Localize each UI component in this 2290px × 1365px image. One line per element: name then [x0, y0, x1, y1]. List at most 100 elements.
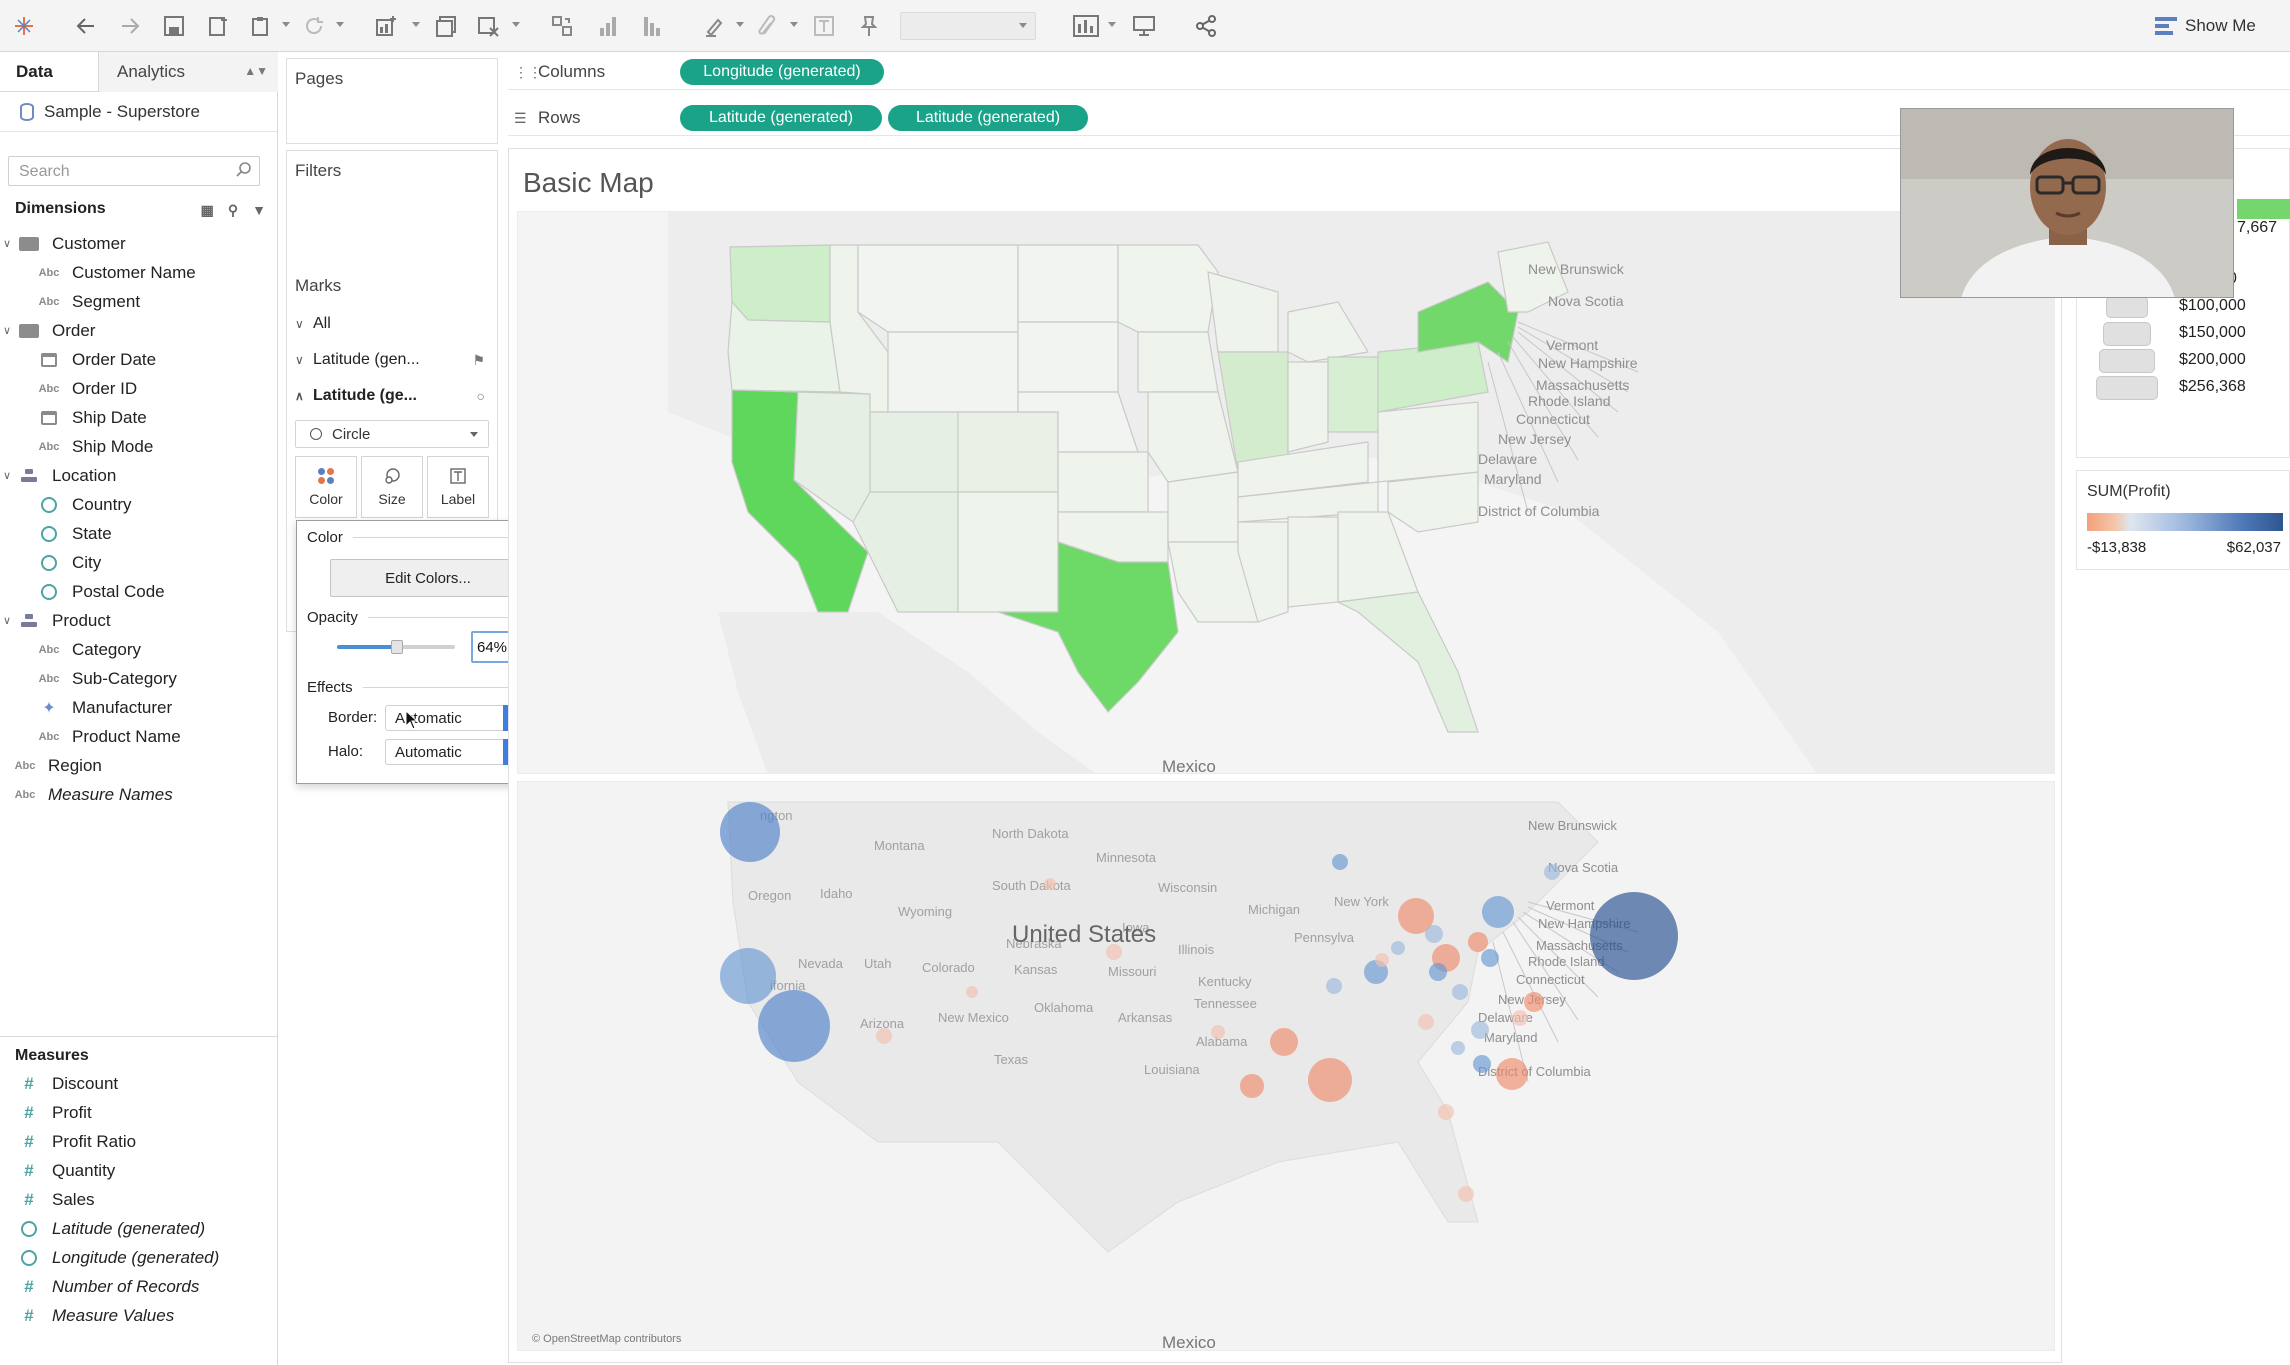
dimension-segment[interactable]: Abc Segment [0, 287, 278, 316]
refresh-dropdown-icon[interactable] [336, 22, 344, 27]
opacity-slider[interactable] [337, 640, 455, 654]
clear-icon[interactable] [474, 12, 502, 40]
map-circle[interactable] [1308, 1058, 1352, 1102]
mark-type-dropdown[interactable]: Circle [295, 420, 489, 448]
label-button[interactable]: Label [427, 456, 489, 518]
chevron-down-icon[interactable]: ∨ [3, 469, 11, 482]
group-members-icon[interactable] [754, 12, 782, 40]
tab-data[interactable]: Data [0, 52, 98, 92]
map-circle[interactable] [1451, 1041, 1465, 1055]
map-circle[interactable] [1240, 1074, 1264, 1098]
measure-longitude-generated[interactable]: Longitude (generated) [0, 1243, 278, 1272]
show-cards-dropdown-icon[interactable] [1108, 22, 1116, 27]
map-circle[interactable] [966, 986, 978, 998]
new-worksheet-dropdown-icon[interactable] [412, 22, 420, 27]
share-icon[interactable] [1192, 12, 1220, 40]
search-input[interactable]: Search [8, 156, 260, 186]
filled-map[interactable]: New Brunswick Nova Scotia Vermont New Ha… [517, 211, 2055, 774]
dimension-manufacturer[interactable]: ✦ Manufacturer [0, 693, 278, 722]
color-button[interactable]: Color [295, 456, 357, 518]
dimension-product-name[interactable]: Abc Product Name [0, 722, 278, 751]
map-circle[interactable] [1544, 864, 1560, 880]
pill-longitude[interactable]: Longitude (generated) [680, 59, 884, 85]
dimension-city[interactable]: City [0, 548, 278, 577]
map-circle[interactable] [758, 990, 830, 1062]
view-as-list-icon[interactable]: ▦ [201, 202, 214, 219]
pages-card[interactable]: Pages [286, 58, 498, 144]
map-circle[interactable] [1211, 1025, 1225, 1039]
search-icon[interactable] [235, 161, 253, 179]
find-field-icon[interactable]: ⚲ [228, 202, 238, 219]
columns-shelf[interactable]: ⋮⋮ Columns Longitude (generated) [508, 54, 2290, 90]
forward-arrow-icon[interactable] [116, 12, 144, 40]
map-circle[interactable] [1418, 1014, 1434, 1030]
map-circle[interactable] [1270, 1028, 1298, 1056]
chevron-down-icon[interactable]: ∨ [3, 237, 11, 250]
dimension-measure-names[interactable]: Abc Measure Names [0, 780, 278, 809]
marks-row-all[interactable]: ∨ All [287, 306, 497, 342]
map-circle[interactable] [1452, 984, 1468, 1000]
map-circle[interactable] [1326, 978, 1342, 994]
measure-quantity[interactable]: # Quantity [0, 1156, 278, 1185]
symbol-map[interactable]: ngton Montana North Dakota Minnesota Ore… [517, 781, 2055, 1351]
dimension-category[interactable]: Abc Category [0, 635, 278, 664]
map-circle[interactable] [1468, 932, 1488, 952]
worksheet-title[interactable]: Basic Map [523, 167, 654, 199]
new-worksheet-icon[interactable] [372, 12, 400, 40]
dimension-postal-code[interactable]: Postal Code [0, 577, 278, 606]
map-circle[interactable] [1458, 1186, 1474, 1202]
highlight-icon[interactable] [700, 12, 728, 40]
tab-analytics[interactable]: Analytics ▲▼ [98, 52, 278, 92]
paste-dropdown-icon[interactable] [282, 22, 290, 27]
measure-profit[interactable]: # Profit [0, 1098, 278, 1127]
highlight-dropdown-icon[interactable] [736, 22, 744, 27]
map-circle[interactable] [720, 948, 776, 1004]
map-circle[interactable] [1106, 944, 1122, 960]
dimension-location[interactable]: ∨ Location [0, 461, 278, 490]
map-circle[interactable] [1332, 854, 1348, 870]
show-cards-icon[interactable] [1072, 12, 1100, 40]
pill-latitude-1[interactable]: Latitude (generated) [680, 105, 882, 131]
refresh-icon[interactable] [300, 12, 328, 40]
marks-row-latitude-1[interactable]: ∨ Latitude (gen... ⚑ [287, 342, 497, 378]
presentation-mode-icon[interactable] [1130, 12, 1158, 40]
marks-row-latitude-2[interactable]: ∧ Latitude (ge... ○ [287, 378, 497, 414]
edit-colors-button[interactable]: Edit Colors... [330, 559, 526, 597]
dimension-sub-category[interactable]: Abc Sub-Category [0, 664, 278, 693]
sort-descending-icon[interactable] [638, 12, 666, 40]
opacity-slider-handle[interactable] [391, 640, 404, 654]
map-circle[interactable] [1590, 892, 1678, 980]
map-circle[interactable] [1496, 1058, 1528, 1090]
datasource-item[interactable]: Sample - Superstore [0, 92, 277, 132]
measure-latitude-generated[interactable]: Latitude (generated) [0, 1214, 278, 1243]
dimension-order-id[interactable]: Abc Order ID [0, 374, 278, 403]
dimension-ship-mode[interactable]: Abc Ship Mode [0, 432, 278, 461]
map-circle[interactable] [1512, 1010, 1528, 1026]
measure-profit-ratio[interactable]: # Profit Ratio [0, 1127, 278, 1156]
show-mark-labels-icon[interactable] [810, 12, 838, 40]
dimension-order-date[interactable]: Order Date [0, 345, 278, 374]
pin-icon[interactable] [854, 12, 882, 40]
map-circle[interactable] [1375, 953, 1389, 967]
chevron-down-icon[interactable]: ∨ [3, 614, 11, 627]
clear-dropdown-icon[interactable] [512, 22, 520, 27]
duplicate-icon[interactable] [432, 12, 460, 40]
back-arrow-icon[interactable] [72, 12, 100, 40]
dimension-order[interactable]: ∨ Order [0, 316, 278, 345]
tab-arrows-icon[interactable]: ▲▼ [244, 64, 268, 78]
new-datasource-icon[interactable] [204, 12, 232, 40]
dimension-customer-name[interactable]: Abc Customer Name [0, 258, 278, 287]
map-circle[interactable] [876, 1028, 892, 1044]
group-dropdown-icon[interactable] [790, 22, 798, 27]
profit-color-legend[interactable]: SUM(Profit) -$13,838 $62,037 [2076, 470, 2290, 570]
pill-latitude-2[interactable]: Latitude (generated) [888, 105, 1088, 131]
sort-ascending-icon[interactable] [594, 12, 622, 40]
fit-dropdown[interactable] [900, 12, 1036, 40]
map-circle[interactable] [1473, 1055, 1491, 1073]
tableau-logo-icon[interactable] [10, 12, 38, 40]
dimension-region[interactable]: Abc Region [0, 751, 278, 780]
chevron-down-icon[interactable]: ∨ [3, 324, 11, 337]
map-circle[interactable] [1429, 963, 1447, 981]
map-circle[interactable] [1524, 992, 1544, 1012]
measure-measure-values[interactable]: # Measure Values [0, 1301, 278, 1330]
